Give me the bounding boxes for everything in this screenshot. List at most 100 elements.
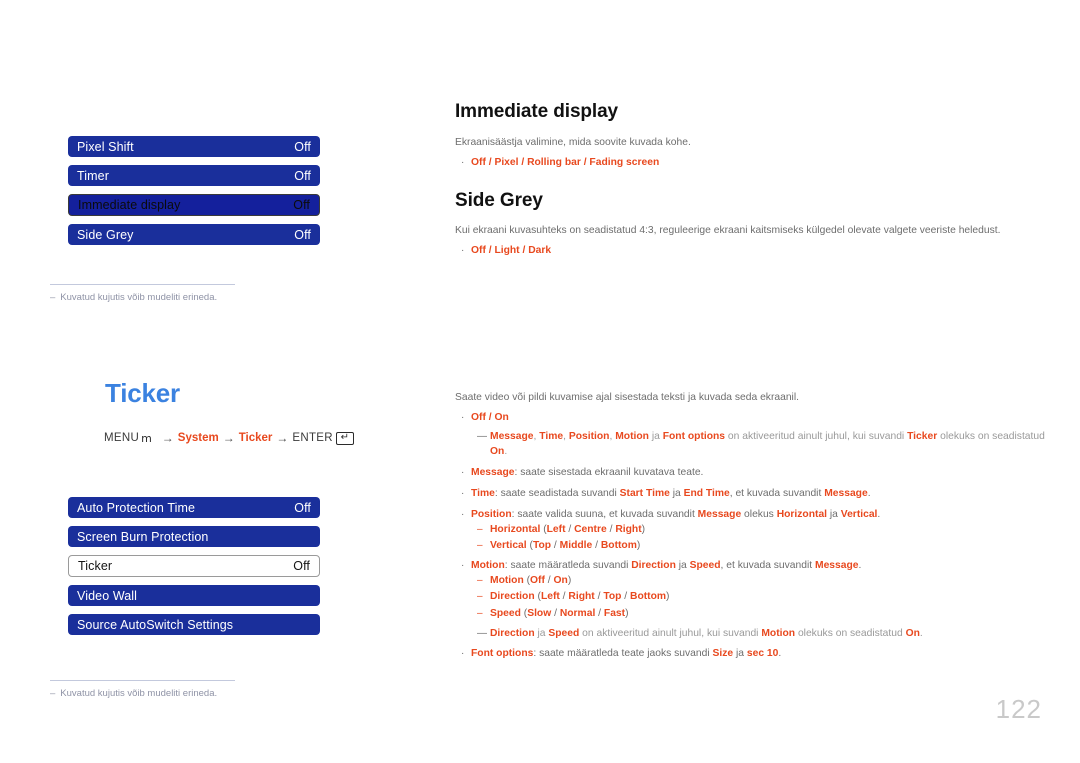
osd-row-source-autoswitch-settings[interactable]: Source AutoSwitch Settings (68, 614, 320, 635)
kw-off: Off (530, 575, 545, 586)
menu-button-label: MENU (104, 432, 140, 444)
txt: : saate määratleda teate jaoks suvandi (533, 648, 713, 659)
txt: , et kuvada suvandit (729, 488, 825, 499)
bullet-dot-icon: · (461, 560, 465, 571)
kw-vertical: Vertical (490, 540, 527, 551)
txt: / (551, 540, 560, 551)
ticker-sub-horizontal-text: Horizontal (Left / Centre / Right) (490, 522, 1037, 537)
kw-position: Position (471, 509, 512, 520)
txt: olekus (741, 509, 777, 520)
txt: . (858, 560, 862, 571)
osd-row-screen-burn-protection[interactable]: Screen Burn Protection (68, 526, 320, 547)
osd-row-label: Pixel Shift (77, 139, 134, 154)
osd-row-label: Side Grey (77, 227, 134, 242)
txt: / (621, 591, 631, 602)
note-text: Kuvatud kujutis võib mudeliti erineda. (60, 688, 218, 699)
ticker-sub-motion: – Motion (Off / On) (477, 573, 1037, 588)
kw-normal: Normal (559, 608, 596, 619)
osd-row-side-grey[interactable]: Side Grey Off (68, 224, 320, 245)
txt: olekuks on seadistatud (795, 628, 906, 639)
kw-ticker: Ticker (907, 431, 938, 442)
txt: ) (567, 575, 572, 586)
txt: ) (666, 591, 670, 602)
note-dash-icon: — (477, 628, 487, 639)
kw-sec-10: sec 10 (746, 648, 779, 659)
kw-top: Top (532, 540, 552, 551)
ticker-bullet-message-text: Message: saate sisestada ekraanil kuvata… (471, 465, 1035, 480)
txt: olekuks on seadistatud (937, 431, 1045, 442)
txt: : saate valida suuna, et kuvada suvandit (511, 509, 698, 520)
note-divider (50, 284, 235, 285)
txt: , et kuvada suvandit (720, 560, 815, 571)
osd-row-immediate-display[interactable]: Immediate display Off (68, 194, 320, 216)
kw-direction: Direction (490, 628, 535, 639)
osd-row-video-wall[interactable]: Video Wall (68, 585, 320, 606)
txt: on aktiveeritud ainult juhul, kui suvand… (579, 628, 762, 639)
txt: . (778, 648, 782, 659)
note-divider (50, 680, 235, 681)
bullet-dot-icon: · (461, 412, 465, 423)
section-title-immediate-display: Immediate display (455, 101, 619, 122)
kw-font-options: Font options (662, 431, 726, 442)
txt: . (867, 488, 871, 499)
ticker-bullet-time: · Time: saate seadistada suvandi Start T… (455, 486, 1035, 501)
kw-end-time: End Time (683, 488, 730, 499)
arrow-right-icon: → (222, 431, 235, 445)
osd-row-ticker[interactable]: Ticker Off (68, 555, 320, 577)
note-line: – Kuvatud kujutis võib mudeliti erineda. (50, 292, 250, 304)
osd-row-pixel-shift[interactable]: Pixel Shift Off (68, 136, 320, 157)
enter-button-label: ENTER (292, 432, 333, 444)
kw-horizontal: Horizontal (776, 509, 828, 520)
bullet-dot-icon: · (461, 245, 465, 256)
sub-dash-icon: – (477, 540, 483, 551)
osd-menu-system: Auto Protection Time Off Screen Burn Pro… (68, 497, 320, 643)
kw-bottom: Bottom (600, 540, 637, 551)
note-dash-icon: — (477, 431, 487, 442)
ticker-bullet-position: · Position: saate valida suuna, et kuvad… (455, 507, 1035, 522)
kw-vertical: Vertical (840, 509, 878, 520)
kw-speed: Speed (490, 608, 521, 619)
txt: ja (669, 488, 684, 499)
kw-on: On (553, 575, 568, 586)
txt: ja (534, 628, 549, 639)
osd-row-label: Auto Protection Time (77, 500, 196, 515)
osd-row-auto-protection-time[interactable]: Auto Protection Time Off (68, 497, 320, 518)
kw-left: Left (546, 524, 566, 535)
note-bottom: – Kuvatud kujutis võib mudeliti erineda. (50, 680, 250, 700)
ticker-sub-motion-text: Motion (Off / On) (490, 573, 1037, 588)
arrow-right-icon: → (276, 431, 289, 445)
ticker-sub-direction: – Direction (Left / Right / Top / Bottom… (477, 589, 1037, 604)
page-number: 122 (995, 694, 1042, 724)
ticker-bullet-motion: · Motion: saate määratleda suvandi Direc… (455, 558, 1035, 573)
menu-path-step-ticker: Ticker (238, 432, 273, 444)
txt: . (504, 446, 508, 458)
txt: . (919, 628, 923, 639)
kw-message: Message (697, 509, 742, 520)
ticker-note-2: — Direction ja Speed on aktiveeritud ain… (477, 626, 1059, 641)
ticker-sub-vertical: – Vertical (Top / Middle / Bottom) (477, 538, 1037, 553)
immediate-display-options: Off / Pixel / Rolling bar / Fading scree… (471, 157, 660, 168)
bullet-dot-icon: · (461, 157, 465, 168)
osd-row-value: Off (294, 168, 311, 183)
side-grey-description: Kui ekraani kuvasuhteks on seadistatud 4… (455, 225, 1001, 236)
txt: / (551, 608, 560, 619)
ticker-sub-direction-text: Direction (Left / Right / Top / Bottom) (490, 589, 1037, 604)
ticker-bullet-font-options: · Font options: saate määratleda teate j… (455, 646, 1035, 661)
txt: : saate määratleda suvandi (504, 560, 632, 571)
menu-navigation-path: MENU m → System → Ticker → ENTER ↵ (104, 431, 354, 445)
ticker-sub-speed-text: Speed (Slow / Normal / Fast) (490, 606, 1037, 621)
txt: ja (675, 560, 690, 571)
txt: / (592, 540, 601, 551)
immediate-display-options-row: · Off / Pixel / Rolling bar / Fading scr… (455, 155, 1035, 170)
enter-key-icon: ↵ (335, 431, 354, 445)
kw-direction: Direction (490, 591, 535, 602)
ticker-section-heading: Ticker (105, 378, 180, 408)
kw-left: Left (540, 591, 560, 602)
osd-row-label: Video Wall (77, 588, 138, 603)
bullet-dot-icon: · (461, 467, 465, 478)
note-top: – Kuvatud kujutis võib mudeliti erineda. (50, 284, 250, 304)
note-text: Kuvatud kujutis võib mudeliti erineda. (60, 292, 218, 303)
kw-motion: Motion (615, 431, 649, 442)
osd-row-timer[interactable]: Timer Off (68, 165, 320, 186)
ticker-options-row: · Off / On (455, 410, 1035, 425)
